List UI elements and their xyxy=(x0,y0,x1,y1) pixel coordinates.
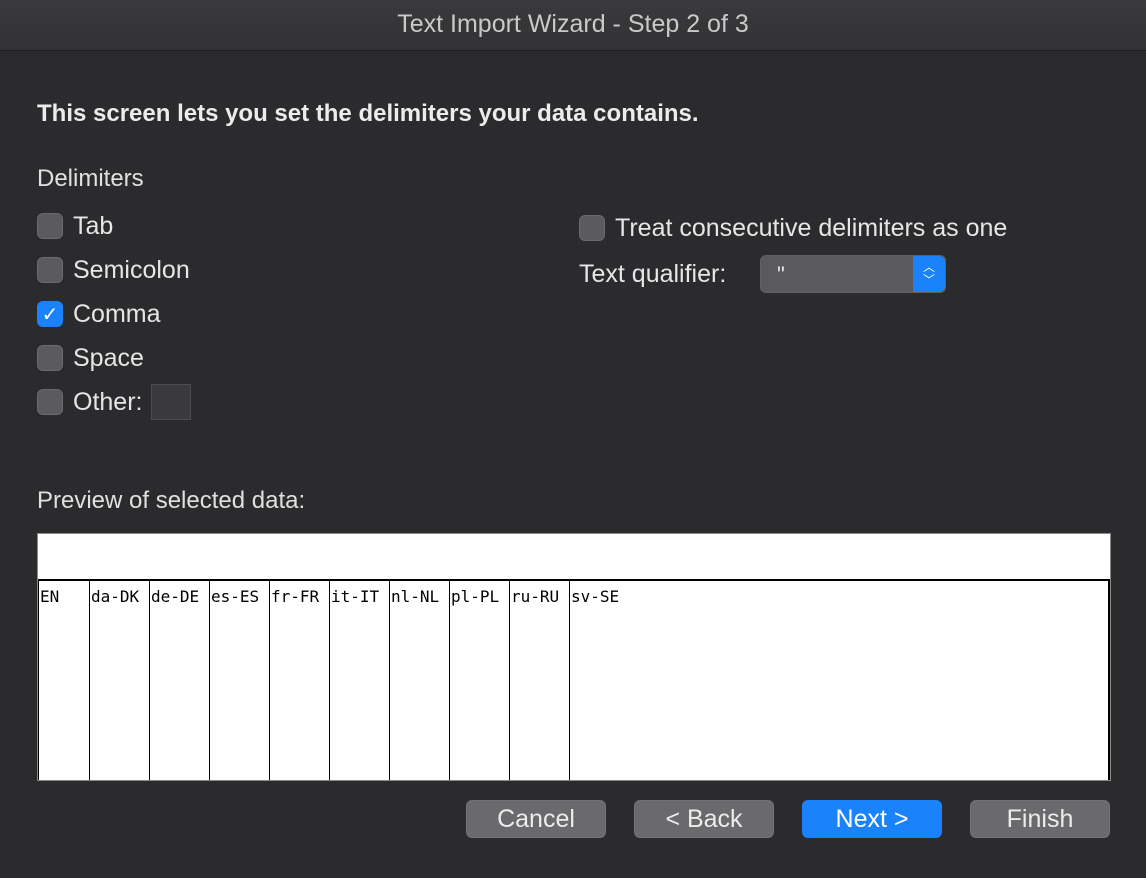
semicolon-option[interactable]: Semicolon xyxy=(37,255,190,285)
finish-button[interactable]: Finish xyxy=(970,800,1110,838)
delimiters-label: Delimiters xyxy=(37,165,144,192)
text-qualifier-select[interactable]: " ︿ ﹀ xyxy=(760,255,946,293)
semicolon-checkbox[interactable] xyxy=(37,257,63,283)
text-qualifier-value: " xyxy=(777,262,785,287)
preview-header xyxy=(38,534,1110,581)
other-option[interactable]: Other: xyxy=(37,384,192,420)
space-label: Space xyxy=(73,343,144,372)
back-button[interactable]: < Back xyxy=(634,800,774,838)
title-bar: Text Import Wizard - Step 2 of 3 xyxy=(0,0,1146,51)
preview-column[interactable]: da-DK xyxy=(90,581,150,780)
treat-consecutive-option[interactable]: Treat consecutive delimiters as one xyxy=(579,213,1007,243)
instructions-heading: This screen lets you set the delimiters … xyxy=(37,100,699,127)
text-qualifier-label: Text qualifier: xyxy=(579,260,727,288)
treat-consecutive-label: Treat consecutive delimiters as one xyxy=(615,213,1008,242)
data-preview[interactable]: EN da-DK de-DE es-ES fr-FR it-IT nl-NL p… xyxy=(37,533,1111,781)
preview-column[interactable]: pl-PL xyxy=(450,581,510,780)
space-option[interactable]: Space xyxy=(37,343,144,373)
cancel-button[interactable]: Cancel xyxy=(466,800,606,838)
comma-option[interactable]: ✓ Comma xyxy=(37,299,161,329)
preview-column[interactable]: nl-NL xyxy=(390,581,450,780)
window-title: Text Import Wizard - Step 2 of 3 xyxy=(397,10,749,38)
other-delimiter-input[interactable] xyxy=(151,384,192,420)
preview-label: Preview of selected data: xyxy=(37,487,306,514)
preview-column[interactable]: de-DE xyxy=(150,581,210,780)
checkmark-icon: ✓ xyxy=(41,303,59,326)
other-checkbox[interactable] xyxy=(37,389,63,415)
preview-column[interactable]: es-ES xyxy=(210,581,270,780)
next-button[interactable]: Next > xyxy=(802,800,942,838)
preview-column[interactable]: EN xyxy=(38,581,90,780)
preview-column[interactable]: fr-FR xyxy=(270,581,330,780)
space-checkbox[interactable] xyxy=(37,345,63,371)
preview-column[interactable]: ru-RU xyxy=(510,581,570,780)
tab-checkbox[interactable] xyxy=(37,213,63,239)
tab-option[interactable]: Tab xyxy=(37,211,113,241)
preview-column[interactable]: it-IT xyxy=(330,581,390,780)
tab-label: Tab xyxy=(73,211,114,240)
semicolon-label: Semicolon xyxy=(73,255,190,284)
preview-column[interactable]: sv-SE xyxy=(570,581,1108,780)
other-label: Other: xyxy=(73,387,143,416)
preview-columns: EN da-DK de-DE es-ES fr-FR it-IT nl-NL p… xyxy=(38,581,1110,780)
chevron-updown-icon: ︿ ﹀ xyxy=(913,256,945,292)
comma-checkbox[interactable]: ✓ xyxy=(37,301,63,327)
comma-label: Comma xyxy=(73,299,161,328)
treat-consecutive-checkbox[interactable] xyxy=(579,215,605,241)
